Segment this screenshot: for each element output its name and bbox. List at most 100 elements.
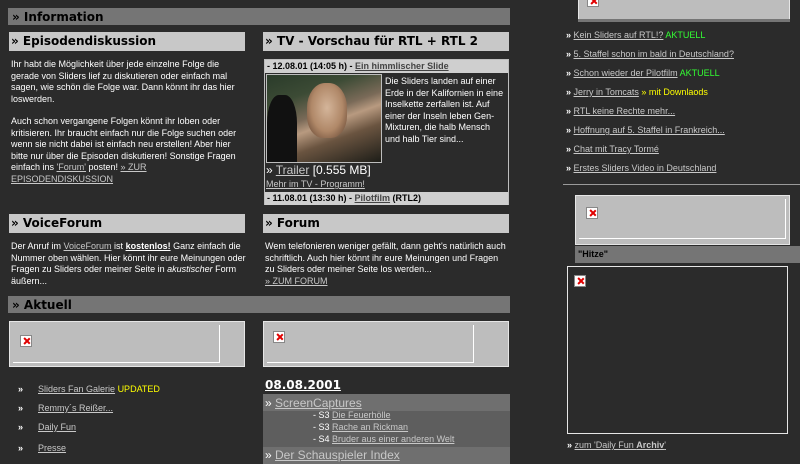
forum-description: Wem telefonieren weniger gefällt, dann g… bbox=[265, 241, 506, 274]
bullet-icon: » bbox=[566, 144, 574, 154]
list-item: » bbox=[18, 403, 23, 415]
tv-entry-2-channel: (RTL2) bbox=[390, 193, 422, 203]
updated-badge: UPDATED bbox=[117, 384, 160, 394]
tv-entry-1-title-link[interactable]: Ein himmlischer Slide bbox=[355, 61, 449, 71]
hitze-label: "Hitze" bbox=[578, 249, 609, 259]
bullet-icon: » bbox=[566, 125, 574, 135]
episodes-paragraph-1: Ihr habt die Möglichkeit über jede einze… bbox=[11, 59, 235, 104]
hitze-image-frame bbox=[575, 195, 790, 245]
daily-fun-link-b: Archiv bbox=[636, 440, 665, 450]
remmys-reisser-link[interactable]: Remmy´s Reißer... bbox=[38, 403, 113, 413]
news-item: » Schon wieder der Pilotfilm AKTUELL bbox=[566, 68, 720, 80]
news-item: » 5. Staffel schon im bald in Deutschlan… bbox=[566, 49, 734, 61]
forum-link[interactable]: » ZUM FORUM bbox=[265, 276, 328, 286]
tv-heading: » TV - Vorschau für RTL + RTL 2 bbox=[263, 32, 509, 51]
broken-image-icon bbox=[574, 275, 586, 287]
screencap-prefix: - S3 bbox=[313, 410, 333, 420]
information-band: » Information bbox=[8, 8, 510, 25]
news-item: » RTL keine Rechte mehr... bbox=[566, 106, 675, 118]
daily-fun-link[interactable]: Daily Fun bbox=[38, 422, 76, 432]
list-item: » bbox=[18, 422, 23, 434]
aktuell-band: » Aktuell bbox=[8, 296, 510, 313]
bullet-icon: » bbox=[566, 68, 574, 78]
list-item: Daily Fun bbox=[38, 422, 76, 434]
screencap-link-1[interactable]: Die Feuerhölle bbox=[332, 410, 391, 420]
tv-entry-1-description: Die Sliders landen auf einer Erde in der… bbox=[385, 76, 504, 144]
news-link-5[interactable]: RTL keine Rechte mehr... bbox=[574, 106, 676, 116]
tv-entry-1-header: - 12.08.01 (14:05 h) - Ein himmlischer S… bbox=[265, 60, 508, 73]
screencaps-raquo: » bbox=[265, 396, 276, 410]
screencap-link-3[interactable]: Bruder aus einer anderen Welt bbox=[332, 434, 454, 444]
bullet-icon: » bbox=[18, 403, 24, 413]
episodes-text: Ihr habt die Möglichkeit über jede einze… bbox=[11, 59, 249, 185]
news-link-7[interactable]: Chat mit Tracy Tormé bbox=[574, 144, 659, 154]
sliders-fan-galerie-link[interactable]: Sliders Fan Galerie bbox=[38, 384, 115, 394]
news-item: » Kein Sliders auf RTL!? AKTUELL bbox=[566, 30, 705, 42]
bullet-icon: » bbox=[18, 384, 24, 394]
daily-fun-image-frame bbox=[567, 266, 788, 434]
bullet-icon: » bbox=[566, 49, 574, 59]
tv-entry-2-title-link[interactable]: Pilotfilm bbox=[355, 193, 391, 203]
episodes-heading: » Episodendiskussion bbox=[9, 32, 245, 51]
right-top-image bbox=[578, 0, 790, 20]
right-divider bbox=[563, 184, 800, 185]
list-item: Remmy´s Reißer... bbox=[38, 403, 113, 415]
daily-fun-archive-row: » zum 'Daily Fun Archiv' bbox=[567, 440, 666, 452]
daily-fun-archive-link[interactable]: zum 'Daily Fun Archiv' bbox=[575, 440, 666, 450]
trailer-link[interactable]: Trailer bbox=[276, 163, 310, 177]
vf-t2: ist bbox=[111, 241, 126, 251]
tv-entry-2-date: - 11.08.01 (13:30 h) - bbox=[267, 193, 355, 203]
episodes-p2-b: posten! bbox=[85, 162, 121, 172]
bullet-icon: » bbox=[566, 163, 574, 173]
tv-trailer-row: » Trailer [0.555 MB] bbox=[266, 163, 384, 177]
bullet-icon: » bbox=[566, 87, 574, 97]
screencap-link-2[interactable]: Rache an Rickman bbox=[332, 422, 408, 432]
broken-image-icon bbox=[20, 335, 32, 347]
daily-fun-raquo: » bbox=[567, 440, 575, 450]
screencaps-link[interactable]: ScreenCaptures bbox=[275, 396, 362, 410]
news-link-1[interactable]: Kein Sliders auf RTL!? bbox=[574, 30, 664, 40]
bullet-icon: » bbox=[18, 443, 24, 453]
screencap-prefix: - S3 bbox=[313, 422, 333, 432]
news-item: » Jerry in Tomcats » mit Downlaods bbox=[566, 87, 708, 99]
screencaps-title-row: » ScreenCaptures bbox=[265, 396, 362, 410]
daily-fun-link-a: zum 'Daily Fun bbox=[574, 440, 637, 450]
forum-inline-link[interactable]: 'Forum' bbox=[57, 162, 86, 172]
vf-akustisch: akustischer bbox=[167, 264, 213, 274]
screencap-item: - S3 Die Feuerhölle bbox=[313, 410, 391, 422]
vf-t1: Der Anruf im bbox=[11, 241, 64, 251]
tv-entry-2-header: - 11.08.01 (13:30 h) - Pilotfilm (RTL2) bbox=[265, 192, 508, 205]
bullet-icon: » bbox=[566, 106, 574, 116]
aktuell-image-left bbox=[9, 321, 245, 367]
screencap-item: - S4 Bruder aus einer anderen Welt bbox=[313, 434, 454, 446]
screencap-item: - S3 Rache an Rickman bbox=[313, 422, 408, 434]
forum-heading: » Forum bbox=[263, 214, 509, 233]
news-link-3[interactable]: Schon wieder der Pilotfilm bbox=[574, 68, 678, 78]
episodes-paragraph-2: Auch schon vergangene Folgen könnt ihr l… bbox=[11, 116, 249, 185]
trailer-size: [0.555 MB] bbox=[312, 163, 371, 177]
news-item: » Chat mit Tracy Tormé bbox=[566, 144, 659, 156]
list-item: Presse bbox=[38, 443, 66, 455]
voiceforum-heading: » VoiceForum bbox=[9, 214, 245, 233]
tv-entry-1-date: - 12.08.01 (14:05 h) - bbox=[267, 61, 356, 71]
news-link-6[interactable]: Hoffnung auf 5. Staffel in Frankreich... bbox=[574, 125, 725, 135]
tv-more-link[interactable]: Mehr im TV - Programm! bbox=[266, 179, 365, 191]
voiceforum-link[interactable]: VoiceForum bbox=[64, 241, 112, 251]
presse-link[interactable]: Presse bbox=[38, 443, 66, 453]
screencap-prefix: - S4 bbox=[313, 434, 333, 444]
list-item: » bbox=[18, 384, 23, 396]
news-link-8[interactable]: Erstes Sliders Video in Deutschland bbox=[574, 163, 717, 173]
list-item: Sliders Fan Galerie UPDATED bbox=[38, 384, 160, 396]
bullet-icon: » bbox=[18, 422, 24, 432]
news-badge-4: » mit Downlaods bbox=[641, 87, 708, 97]
news-item: » Hoffnung auf 5. Staffel in Frankreich.… bbox=[566, 125, 725, 137]
bullet-icon: » bbox=[566, 30, 574, 40]
news-link-4[interactable]: Jerry in Tomcats bbox=[574, 87, 639, 97]
hitze-label-bar bbox=[575, 246, 800, 263]
news-link-2[interactable]: 5. Staffel schon im bald in Deutschland? bbox=[574, 49, 734, 59]
list-item: » bbox=[18, 443, 23, 455]
news-item: » Erstes Sliders Video in Deutschland bbox=[566, 163, 716, 175]
news-badge-3: AKTUELL bbox=[679, 68, 720, 78]
tv-thumbnail[interactable] bbox=[266, 74, 382, 163]
forum-text: Wem telefonieren weniger gefällt, dann g… bbox=[265, 241, 510, 287]
